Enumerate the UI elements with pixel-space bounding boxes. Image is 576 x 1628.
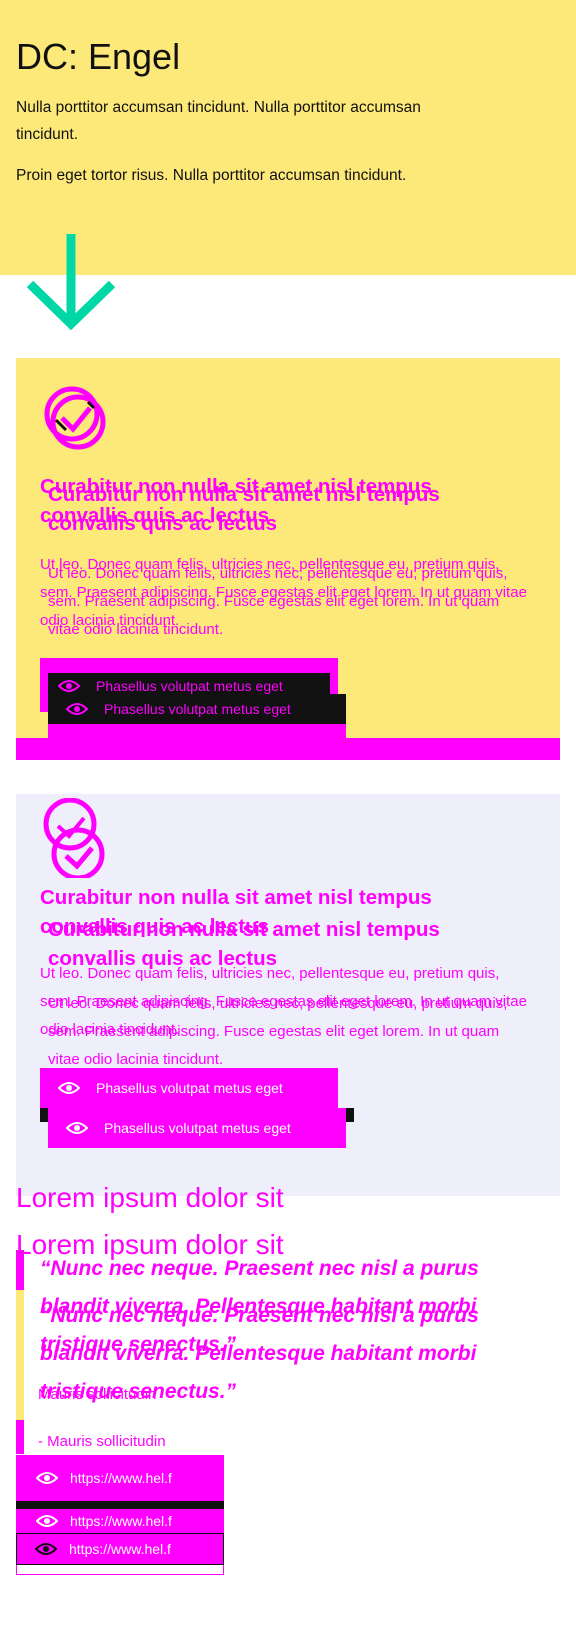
- card-body-duplicate: Ut leo. Donec quam felis, ultricies nec,…: [48, 995, 508, 1068]
- check-badge-icon: [43, 798, 105, 878]
- hero-paragraph: Proin eget tortor risus. Nulla porttitor…: [16, 167, 407, 184]
- quote-bar: [16, 1290, 24, 1420]
- card-button-label: Phasellus volutpat metus eget: [104, 701, 291, 717]
- card-accent-bar: [16, 738, 560, 760]
- card-button-shadow: [48, 724, 346, 738]
- link-label: https://www.hel.f: [70, 1470, 172, 1486]
- card-button-duplicate[interactable]: Phasellus volutpat metus eget: [48, 694, 346, 724]
- quote-bar: [16, 1250, 24, 1290]
- eye-icon: [35, 1543, 57, 1555]
- card: Curabitur non nulla sit amet nisl tempus…: [16, 794, 560, 1196]
- link-label: https://www.hel.f: [69, 1541, 171, 1557]
- eye-icon: [58, 1082, 80, 1094]
- eye-icon: [58, 680, 80, 692]
- link-underline: [16, 1565, 224, 1575]
- quote-bar: [16, 1420, 24, 1454]
- eye-icon: [66, 1122, 88, 1134]
- link-button[interactable]: https://www.hel.f: [16, 1455, 224, 1501]
- card-button-label: Phasellus volutpat metus eget: [96, 1080, 283, 1096]
- link-button-duplicate[interactable]: https://www.hel.f: [16, 1509, 224, 1533]
- eye-icon: [36, 1515, 58, 1527]
- arrow-down-icon: [26, 234, 116, 331]
- card-title-duplicate: Curabitur non nulla sit amet nisl tempus…: [48, 483, 440, 535]
- card-button-duplicate[interactable]: Phasellus volutpat metus eget: [48, 1108, 346, 1148]
- card-button-label: Phasellus volutpat metus eget: [104, 1120, 291, 1136]
- card: Curabitur non nulla sit amet nisl tempus…: [16, 358, 560, 760]
- card-body-duplicate: Ut leo. Donec quam felis, ultricies nec,…: [48, 565, 508, 638]
- link-label: https://www.hel.f: [70, 1513, 172, 1529]
- section-title: Lorem ipsum dolor sit: [16, 1182, 284, 1213]
- link-button-outlined[interactable]: https://www.hel.f: [16, 1533, 224, 1565]
- quote-cite: Mauris sollicitudin: [38, 1386, 157, 1403]
- card-button[interactable]: Phasellus volutpat metus eget: [40, 1068, 338, 1108]
- hero-paragraph: Nulla porttitor accumsan tincidunt. Null…: [16, 99, 421, 143]
- card-button-label: Phasellus volutpat metus eget: [96, 678, 283, 694]
- link-divider: [16, 1501, 224, 1509]
- page-title: DC: Engel: [16, 36, 181, 77]
- eye-icon: [66, 703, 88, 715]
- check-badge-icon: [44, 386, 106, 450]
- eye-icon: [36, 1472, 58, 1484]
- quote-cite-duplicate: - Mauris sollicitudin: [38, 1433, 166, 1450]
